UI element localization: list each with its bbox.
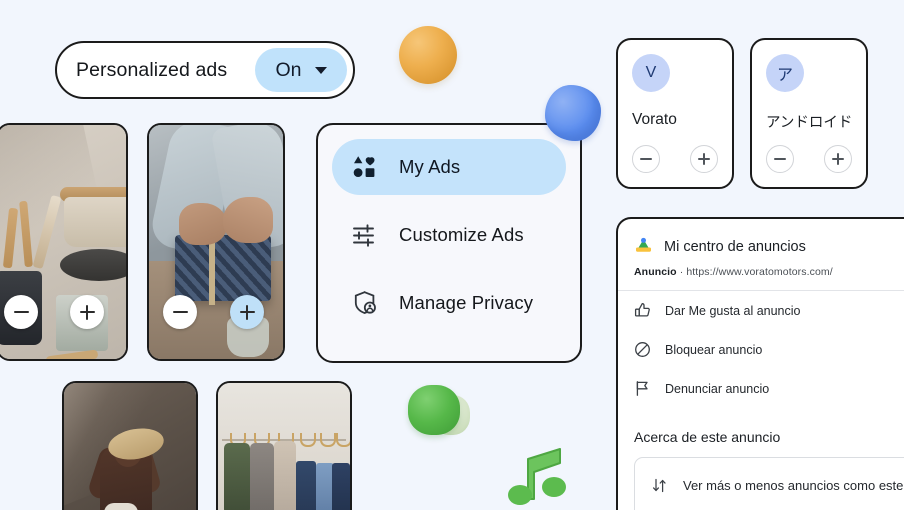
brand-card-android-jp[interactable]: ア アンドロイド [750, 38, 868, 189]
blue-blob-decoration [545, 85, 601, 141]
photo-card-clothing-rack[interactable] [216, 381, 352, 510]
photo-like-button-selected[interactable] [230, 295, 264, 329]
ad-action-block[interactable]: Bloquear anuncio [618, 330, 904, 369]
avatar: ア [766, 54, 804, 92]
ad-action-like[interactable]: Dar Me gusta al anuncio [618, 291, 904, 330]
about-this-ad-heading: Acerca de este anuncio [634, 429, 781, 445]
photo-card-gift-wrapping[interactable] [147, 123, 285, 361]
menu-spacer [332, 263, 566, 275]
thumb-up-icon [634, 302, 651, 319]
brand-like-button[interactable] [824, 145, 852, 173]
ad-action-label: Bloquear anuncio [665, 342, 763, 357]
ad-center-title: Mi centro de anuncios [664, 239, 806, 255]
ad-center-header: Mi centro de anuncios [618, 235, 904, 259]
screen-root: Personalized ads On My Ads Customize Ads… [0, 0, 904, 510]
menu-item-manage-privacy[interactable]: Manage Privacy [332, 275, 566, 331]
personalized-ads-toggle[interactable]: On [255, 48, 347, 92]
clothing-rack-photo [218, 383, 350, 510]
brand-like-button[interactable] [690, 145, 718, 173]
ad-action-label: Denunciar anuncio [665, 381, 770, 396]
minus-icon [172, 305, 188, 320]
my-ad-center-panel: Mi centro de anuncios Anuncio · https://… [616, 217, 904, 510]
photo-card-person-with-hat[interactable] [62, 381, 198, 510]
tune-sliders-icon [351, 222, 378, 249]
shapes-grid-icon [351, 154, 378, 181]
menu-spacer [332, 195, 566, 207]
more-less-ads-row[interactable]: Ver más o menos anuncios como este [634, 457, 904, 510]
minus-icon [13, 305, 29, 320]
ad-badge: Anuncio [634, 266, 677, 278]
menu-item-customize-ads[interactable]: Customize Ads [332, 207, 566, 263]
chevron-down-icon [314, 66, 327, 74]
ad-source-line: Anuncio · https://www.voratomotors.com/ [618, 259, 904, 278]
menu-item-label: Manage Privacy [399, 292, 534, 313]
avatar: V [632, 54, 670, 92]
menu-item-my-ads[interactable]: My Ads [332, 139, 566, 195]
flag-icon [634, 380, 651, 397]
shield-person-icon [351, 290, 378, 317]
block-icon [634, 341, 651, 358]
green-flower-decoration [408, 385, 470, 441]
menu-item-label: My Ads [399, 156, 461, 177]
brand-actions [766, 145, 852, 173]
brand-actions [632, 145, 718, 173]
plus-icon [79, 304, 95, 320]
person-with-hat-photo [64, 383, 196, 510]
ad-action-label: Dar Me gusta al anuncio [665, 303, 801, 318]
photo-dislike-button[interactable] [163, 295, 197, 329]
menu-item-label: Customize Ads [399, 224, 524, 245]
brand-dislike-button[interactable] [766, 145, 794, 173]
minus-icon [774, 153, 786, 165]
photo-card-kitchen-utensils[interactable] [0, 123, 128, 361]
green-music-note-decoration [498, 443, 570, 505]
ad-separator: · [676, 266, 687, 278]
orange-sphere-decoration [399, 26, 457, 84]
personalized-ads-toggle-value: On [275, 58, 302, 81]
brand-name: アンドロイド [766, 115, 853, 131]
ads-menu-card: My Ads Customize Ads Manage Privacy [316, 123, 582, 363]
photo-dislike-button[interactable] [4, 295, 38, 329]
ad-action-report[interactable]: Denunciar anuncio [618, 369, 904, 408]
my-ad-center-icon [634, 235, 653, 259]
brand-card-vorato[interactable]: V Vorato [616, 38, 734, 189]
photo-like-button[interactable] [70, 295, 104, 329]
brand-name: Vorato [632, 111, 677, 128]
plus-icon [239, 304, 255, 320]
minus-icon [640, 153, 652, 165]
more-less-arrows-icon [651, 477, 668, 494]
ad-url: https://www.voratomotors.com/ [686, 266, 833, 278]
plus-icon [698, 153, 710, 165]
plus-icon [832, 153, 844, 165]
more-less-ads-label: Ver más o menos anuncios como este [683, 477, 904, 493]
brand-dislike-button[interactable] [632, 145, 660, 173]
personalized-ads-control[interactable]: Personalized ads On [55, 41, 355, 99]
personalized-ads-label: Personalized ads [76, 58, 228, 81]
